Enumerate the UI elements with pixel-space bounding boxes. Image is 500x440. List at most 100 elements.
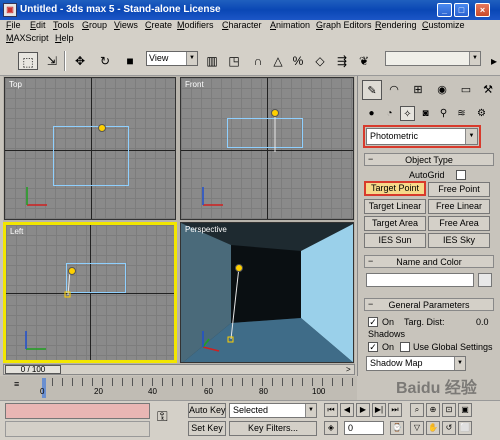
mirror-icon[interactable]: ◳: [224, 52, 244, 70]
rotate-icon[interactable]: ↻: [95, 52, 115, 70]
go-to-end-icon[interactable]: ⏭: [388, 403, 402, 417]
object-name-field[interactable]: [366, 273, 474, 287]
key-mode-icon[interactable]: ◈: [324, 421, 338, 435]
menu-tools[interactable]: Tools: [53, 20, 74, 30]
shadow-type-select[interactable]: Shadow Map ▼: [366, 356, 466, 371]
maximize-button[interactable]: □: [454, 3, 469, 17]
free-linear-button[interactable]: Free Linear: [428, 199, 490, 214]
menu-graph-editors[interactable]: Graph Editors: [316, 20, 372, 30]
menu-animation[interactable]: Animation: [270, 20, 310, 30]
time-slider-next-icon[interactable]: >: [346, 365, 351, 374]
zoom-extents-all-icon[interactable]: ▣: [458, 403, 472, 417]
light-bulb-icon[interactable]: [271, 109, 279, 117]
time-configuration-icon[interactable]: ⌚: [390, 421, 404, 435]
utilities-tab-icon[interactable]: ⚒: [478, 80, 498, 100]
cameras-icon[interactable]: ◙: [418, 106, 433, 121]
light-bulb-icon[interactable]: [68, 267, 76, 275]
object-color-swatch[interactable]: [478, 273, 492, 287]
track-bar[interactable]: ≡ 0 20 40 60 80 100: [0, 376, 357, 400]
viewport-perspective[interactable]: Perspective: [180, 222, 354, 363]
modify-tab-icon[interactable]: ◠: [384, 80, 404, 100]
time-slider[interactable]: 0 / 100 >: [3, 364, 355, 375]
play-icon[interactable]: ▶: [356, 403, 370, 417]
create-tab-icon[interactable]: ✎: [362, 80, 382, 100]
maxscript-listener-field[interactable]: [5, 403, 150, 419]
light-bulb-icon[interactable]: [98, 124, 106, 132]
menu-views[interactable]: Views: [114, 20, 138, 30]
scale-icon[interactable]: ■: [120, 52, 140, 70]
ies-sun-button[interactable]: IES Sun: [364, 233, 426, 248]
menu-edit[interactable]: Edit: [30, 20, 46, 30]
helpers-icon[interactable]: ⚲: [436, 106, 451, 121]
field-of-view-icon[interactable]: ▽: [410, 421, 424, 435]
light-category-select[interactable]: Photometric ▼: [366, 128, 478, 145]
key-filters-button[interactable]: Key Filters...: [229, 421, 317, 436]
next-frame-icon[interactable]: ▶|: [372, 403, 386, 417]
close-button[interactable]: ×: [475, 3, 490, 17]
object-type-rollout-header[interactable]: − Object Type: [364, 153, 494, 166]
hierarchy-tab-icon[interactable]: ⊞: [408, 80, 428, 100]
viewport-label-top[interactable]: Top: [9, 80, 22, 89]
target-linear-button[interactable]: Target Linear: [364, 199, 426, 214]
pivot-center-icon[interactable]: ▥: [202, 52, 222, 70]
menu-character[interactable]: Character: [222, 20, 262, 30]
light-bulb-icon[interactable]: [235, 264, 243, 272]
auto-key-button[interactable]: Auto Key: [188, 403, 226, 418]
viewport-top[interactable]: Top: [4, 77, 176, 220]
named-selection-icon[interactable]: ❦: [354, 52, 374, 70]
geometry-icon[interactable]: ●: [364, 106, 379, 121]
menu-help[interactable]: Help: [55, 33, 74, 43]
menu-group[interactable]: Group: [82, 20, 107, 30]
previous-frame-icon[interactable]: ◀: [340, 403, 354, 417]
angle-snap-icon[interactable]: △: [268, 52, 288, 70]
free-point-button[interactable]: Free Point: [428, 182, 490, 197]
current-frame-field[interactable]: 0: [344, 421, 384, 435]
general-parameters-rollout-header[interactable]: − General Parameters: [364, 298, 494, 311]
app-icon[interactable]: ▣: [3, 3, 17, 17]
zoom-all-icon[interactable]: ⊕: [426, 403, 440, 417]
menu-rendering[interactable]: Rendering: [375, 20, 417, 30]
select-object-icon[interactable]: ⬚: [18, 52, 38, 70]
align-icon[interactable]: ⇶: [332, 52, 352, 70]
space-warps-icon[interactable]: ≋: [454, 106, 469, 121]
spinner-snap-icon[interactable]: ◇: [310, 52, 330, 70]
named-selection-set-field[interactable]: ▼: [385, 51, 481, 66]
set-key-button[interactable]: Set Key: [188, 421, 226, 436]
lights-icon[interactable]: ✧: [400, 106, 415, 121]
menu-customize[interactable]: Customize: [422, 20, 465, 30]
viewport-front[interactable]: Front: [180, 77, 354, 220]
target-point-button[interactable]: Target Point: [364, 181, 426, 196]
menu-maxscript[interactable]: MAXScript: [6, 33, 49, 43]
systems-icon[interactable]: ⚙: [474, 106, 489, 121]
reference-coordinate-select[interactable]: View ▼: [146, 51, 198, 66]
viewport-label-perspective[interactable]: Perspective: [185, 225, 227, 234]
motion-tab-icon[interactable]: ◉: [432, 80, 452, 100]
move-icon[interactable]: ✥: [70, 52, 90, 70]
menu-file[interactable]: File: [6, 20, 21, 30]
ies-sky-button[interactable]: IES Sky: [428, 233, 490, 248]
time-slider-thumb[interactable]: 0 / 100: [5, 365, 61, 374]
trackbar-menu-icon[interactable]: ≡: [14, 379, 19, 389]
menu-create[interactable]: Create: [145, 20, 172, 30]
menu-modifiers[interactable]: Modifiers: [177, 20, 214, 30]
key-icon[interactable]: ⚿: [157, 408, 168, 425]
zoom-extents-icon[interactable]: ⊡: [442, 403, 456, 417]
toolbar-scroll-icon[interactable]: ▸: [484, 52, 500, 70]
zoom-icon[interactable]: ⌕: [410, 403, 424, 417]
target-area-button[interactable]: Target Area: [364, 216, 426, 231]
light-on-checkbox[interactable]: ✓: [368, 317, 378, 327]
free-area-button[interactable]: Free Area: [428, 216, 490, 231]
autogrid-checkbox[interactable]: [456, 170, 466, 180]
percent-snap-icon[interactable]: %: [288, 52, 308, 70]
maximize-viewport-icon[interactable]: ⬜: [458, 421, 472, 435]
use-global-settings-checkbox[interactable]: [400, 342, 410, 352]
viewport-label-front[interactable]: Front: [185, 80, 204, 89]
shadows-on-checkbox[interactable]: ✓: [368, 342, 378, 352]
name-and-color-rollout-header[interactable]: − Name and Color: [364, 255, 494, 268]
pan-icon[interactable]: ✋: [426, 421, 440, 435]
go-to-start-icon[interactable]: ⏮: [324, 403, 338, 417]
shapes-icon[interactable]: ◔: [382, 106, 397, 121]
display-tab-icon[interactable]: ▭: [456, 80, 476, 100]
key-selection-select[interactable]: Selected ▼: [229, 403, 317, 418]
minimize-button[interactable]: _: [437, 3, 452, 17]
